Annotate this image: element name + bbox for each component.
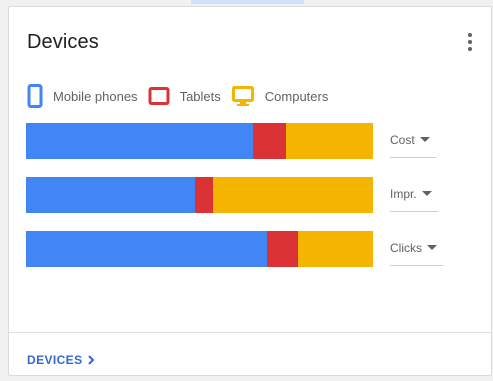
footer-divider (9, 332, 491, 333)
mobile-phone-icon (27, 84, 43, 108)
metric-label: Clicks (390, 241, 422, 255)
bar-segment-computer (213, 177, 373, 213)
devices-link-label: DEVICES (27, 353, 83, 367)
tablet-icon (148, 87, 170, 105)
more-options-button[interactable] (461, 29, 479, 55)
legend-label: Computers (264, 88, 329, 104)
bar-segment-tablet (195, 177, 214, 213)
bar-segment-tablet (253, 123, 287, 159)
selected-tab-indicator (191, 0, 304, 4)
devices-card: Devices Mobile phones Tablets Computers … (8, 6, 492, 376)
legend-label: Tablets (179, 88, 221, 104)
legend-item-tablets: Tablets (148, 86, 221, 106)
metric-label: Impr. (390, 187, 417, 201)
device-share-bars: Cost Impr. Clicks (26, 123, 456, 285)
legend-label: Mobile phones (53, 88, 138, 104)
stacked-bar (26, 123, 373, 159)
metric-dropdown-clicks[interactable]: Clicks (390, 241, 443, 266)
metric-dropdown-impressions[interactable]: Impr. (390, 187, 438, 212)
metric-row-impressions: Impr. (26, 177, 456, 213)
bar-segment-mobile (26, 123, 254, 159)
stacked-bar (26, 177, 373, 213)
bar-segment-computer (286, 123, 373, 159)
bar-segment-computer (298, 231, 373, 267)
caret-down-icon (427, 245, 437, 250)
device-legend: Mobile phones Tablets Computers (27, 83, 338, 109)
bar-segment-mobile (26, 177, 196, 213)
caret-down-icon (419, 137, 430, 142)
legend-item-computers: Computers (231, 84, 329, 108)
card-title: Devices (27, 31, 99, 53)
bar-segment-tablet (267, 231, 299, 267)
metric-row-cost: Cost (26, 123, 456, 159)
computer-icon (231, 86, 254, 106)
more-vert-icon (468, 33, 472, 51)
metric-dropdown-cost[interactable]: Cost (390, 133, 436, 158)
chevron-right-icon (88, 355, 95, 365)
caret-down-icon (421, 191, 432, 196)
metric-row-clicks: Clicks (26, 231, 456, 267)
devices-link[interactable]: DEVICES (27, 353, 95, 367)
bar-segment-mobile (26, 231, 268, 267)
metric-label: Cost (390, 133, 415, 147)
legend-item-mobile-phones: Mobile phones (27, 84, 138, 108)
stacked-bar (26, 231, 373, 267)
